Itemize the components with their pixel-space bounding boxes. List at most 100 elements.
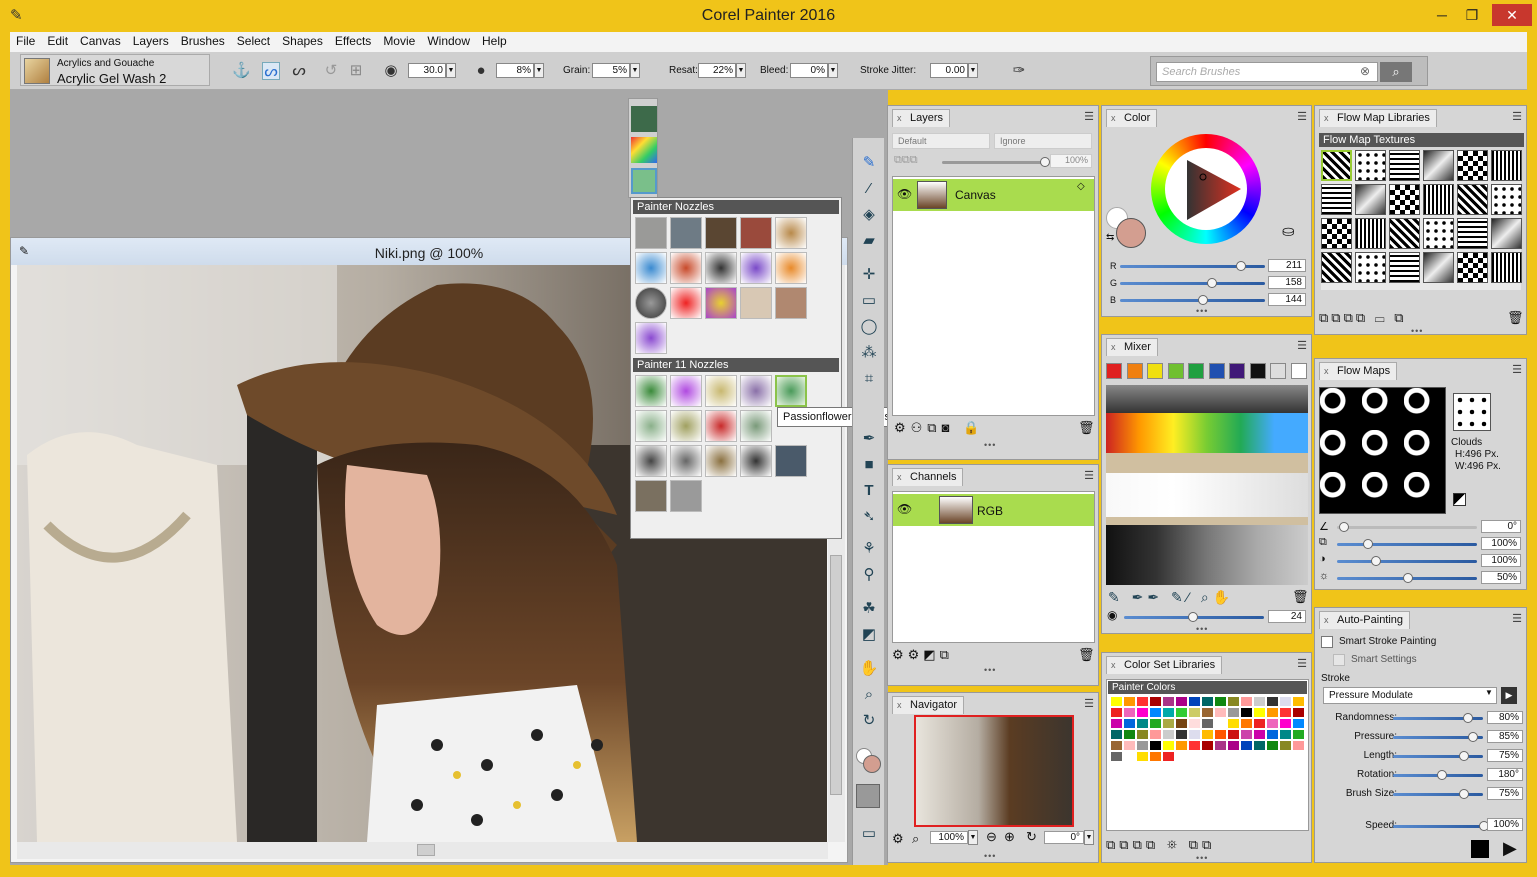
flow-texture[interactable] — [1355, 218, 1386, 249]
nozzle-item[interactable] — [705, 252, 737, 284]
color-set-swatch[interactable] — [1124, 719, 1135, 728]
flow-texture[interactable] — [1457, 218, 1488, 249]
color-set-swatch[interactable] — [1137, 708, 1148, 717]
color-set-swatch[interactable] — [1163, 741, 1174, 750]
rubber-stamp-icon[interactable]: ⚲ — [858, 564, 880, 586]
color-set-swatch[interactable] — [1176, 697, 1187, 706]
flow-texture[interactable] — [1423, 184, 1454, 215]
param-slider[interactable] — [1393, 751, 1483, 761]
flow-scale-value[interactable]: 100% — [1481, 537, 1521, 550]
blue-slider[interactable] — [1120, 295, 1265, 305]
delete-layer-icon[interactable]: 🗑 — [1078, 420, 1095, 436]
color-set-swatch[interactable] — [1215, 697, 1226, 706]
color-set-swatch[interactable] — [1293, 719, 1304, 728]
color-set-swatch[interactable] — [1280, 719, 1291, 728]
color-set-swatch[interactable] — [1254, 708, 1265, 717]
nozzle-item[interactable] — [635, 217, 667, 249]
rotation-dropdown[interactable]: ▼ — [1084, 830, 1094, 845]
param-slider[interactable] — [1393, 732, 1483, 742]
color-set-swatch[interactable] — [1124, 708, 1135, 717]
play-stroke-button[interactable]: ▶ — [1501, 687, 1517, 704]
search-icon[interactable]: ⌕ — [1380, 62, 1412, 82]
color-set-swatch[interactable] — [1228, 697, 1239, 706]
color-set-swatch[interactable] — [1293, 741, 1304, 750]
scroll-thumb[interactable] — [830, 555, 842, 795]
nozzle-item[interactable] — [635, 252, 667, 284]
color-set-swatch[interactable] — [1202, 730, 1213, 739]
menu-help[interactable]: Help — [476, 32, 513, 50]
opacity-input[interactable]: 8% — [496, 63, 534, 78]
color-set-swatch[interactable] — [1150, 741, 1161, 750]
minimize-button[interactable]: ─ — [1430, 4, 1454, 26]
channels-tab[interactable]: Channels — [892, 468, 964, 486]
color-set-swatch[interactable] — [1202, 708, 1213, 717]
depth-method-select[interactable]: Ignore — [994, 133, 1092, 149]
size-dropdown[interactable]: ▼ — [446, 63, 456, 78]
zoom-out-icon[interactable]: ⊖ — [986, 829, 997, 845]
flow-texture[interactable] — [1423, 150, 1454, 181]
stroke-jitter-dropdown[interactable]: ▼ — [968, 63, 978, 78]
flow-map-thumbnail[interactable] — [1453, 393, 1491, 431]
color-set-swatch[interactable] — [1215, 741, 1226, 750]
color-set-swatch[interactable] — [1150, 719, 1161, 728]
nozzle-item[interactable] — [670, 287, 702, 319]
flow-texture[interactable] — [1389, 184, 1420, 215]
opacity-dropdown[interactable]: ▼ — [534, 63, 544, 78]
flow-map-preview[interactable] — [1319, 387, 1446, 514]
straight-line-icon[interactable]: ᔕ — [290, 62, 308, 80]
mixer-brush-size-value[interactable]: 24 — [1268, 610, 1306, 623]
nozzle-item[interactable] — [775, 217, 807, 249]
flow-texture[interactable] — [1321, 184, 1352, 215]
panel-menu-icon[interactable]: ☰ — [1297, 110, 1307, 123]
color-set-swatch[interactable] — [1124, 730, 1135, 739]
layer-adjuster-icon[interactable]: ✛ — [858, 264, 880, 286]
color-set-swatch[interactable] — [1124, 752, 1135, 761]
nozzle-item[interactable] — [740, 375, 772, 407]
color-set-swatch[interactable] — [1254, 719, 1265, 728]
color-set-swatch[interactable] — [1137, 697, 1148, 706]
visibility-eye-icon[interactable]: 👁 — [897, 187, 912, 201]
color-set-swatch[interactable] — [1189, 741, 1200, 750]
nozzle-item[interactable] — [670, 252, 702, 284]
color-wheel[interactable] — [1151, 134, 1261, 244]
flow-texture[interactable] — [1457, 184, 1488, 215]
nozzle-item[interactable] — [705, 375, 737, 407]
nozzle-item[interactable] — [775, 252, 807, 284]
nozzle-item[interactable] — [740, 217, 772, 249]
color-set-swatch[interactable] — [1150, 730, 1161, 739]
mixer-tab[interactable]: Mixer — [1106, 338, 1158, 356]
auto-painting-tab[interactable]: Auto-Painting — [1319, 611, 1411, 629]
resat-input[interactable]: 22% — [698, 63, 736, 78]
flow-scale-slider[interactable] — [1337, 539, 1477, 549]
color-set-swatch[interactable] — [1176, 708, 1187, 717]
channel-actions[interactable]: ⚙⚙◩⧉ — [892, 647, 953, 663]
param-value[interactable]: 80% — [1487, 711, 1523, 724]
flow-texture[interactable] — [1491, 150, 1522, 181]
color-set-swatch[interactable] — [1163, 719, 1174, 728]
mixer-pad[interactable] — [1106, 385, 1308, 585]
color-set-swatch[interactable] — [1215, 730, 1226, 739]
layer-row[interactable]: 👁 Canvas ◇ — [893, 179, 1094, 211]
grain-dropdown[interactable]: ▼ — [630, 63, 640, 78]
menu-effects[interactable]: Effects — [329, 32, 377, 50]
flow-lib-actions[interactable]: ⧉⧉⧉⧉ ▭ ⧉ — [1319, 310, 1407, 326]
flow-texture[interactable] — [1491, 218, 1522, 249]
layer-opacity-slider[interactable] — [942, 157, 1050, 167]
color-set-swatch[interactable] — [1150, 752, 1161, 761]
flow-texture[interactable] — [1491, 252, 1522, 283]
blue-value[interactable]: 144 — [1268, 293, 1306, 306]
menu-select[interactable]: Select — [231, 32, 276, 50]
flow-angle-slider[interactable] — [1337, 522, 1477, 532]
main-color-swatch[interactable] — [863, 755, 881, 773]
reset-tool-icon[interactable]: ↺ — [322, 62, 340, 80]
nozzle-item[interactable] — [740, 287, 772, 319]
color-set-swatch[interactable] — [1124, 697, 1135, 706]
mixer-swatch[interactable] — [1188, 363, 1204, 379]
smart-settings-checkbox[interactable] — [1333, 654, 1345, 666]
resat-dropdown[interactable]: ▼ — [736, 63, 746, 78]
zoom-dropdown[interactable]: ▼ — [968, 830, 978, 845]
nozzle-item[interactable] — [635, 445, 667, 477]
flow-texture[interactable] — [1355, 252, 1386, 283]
color-set-swatch[interactable] — [1280, 708, 1291, 717]
stop-button[interactable] — [1471, 840, 1489, 858]
